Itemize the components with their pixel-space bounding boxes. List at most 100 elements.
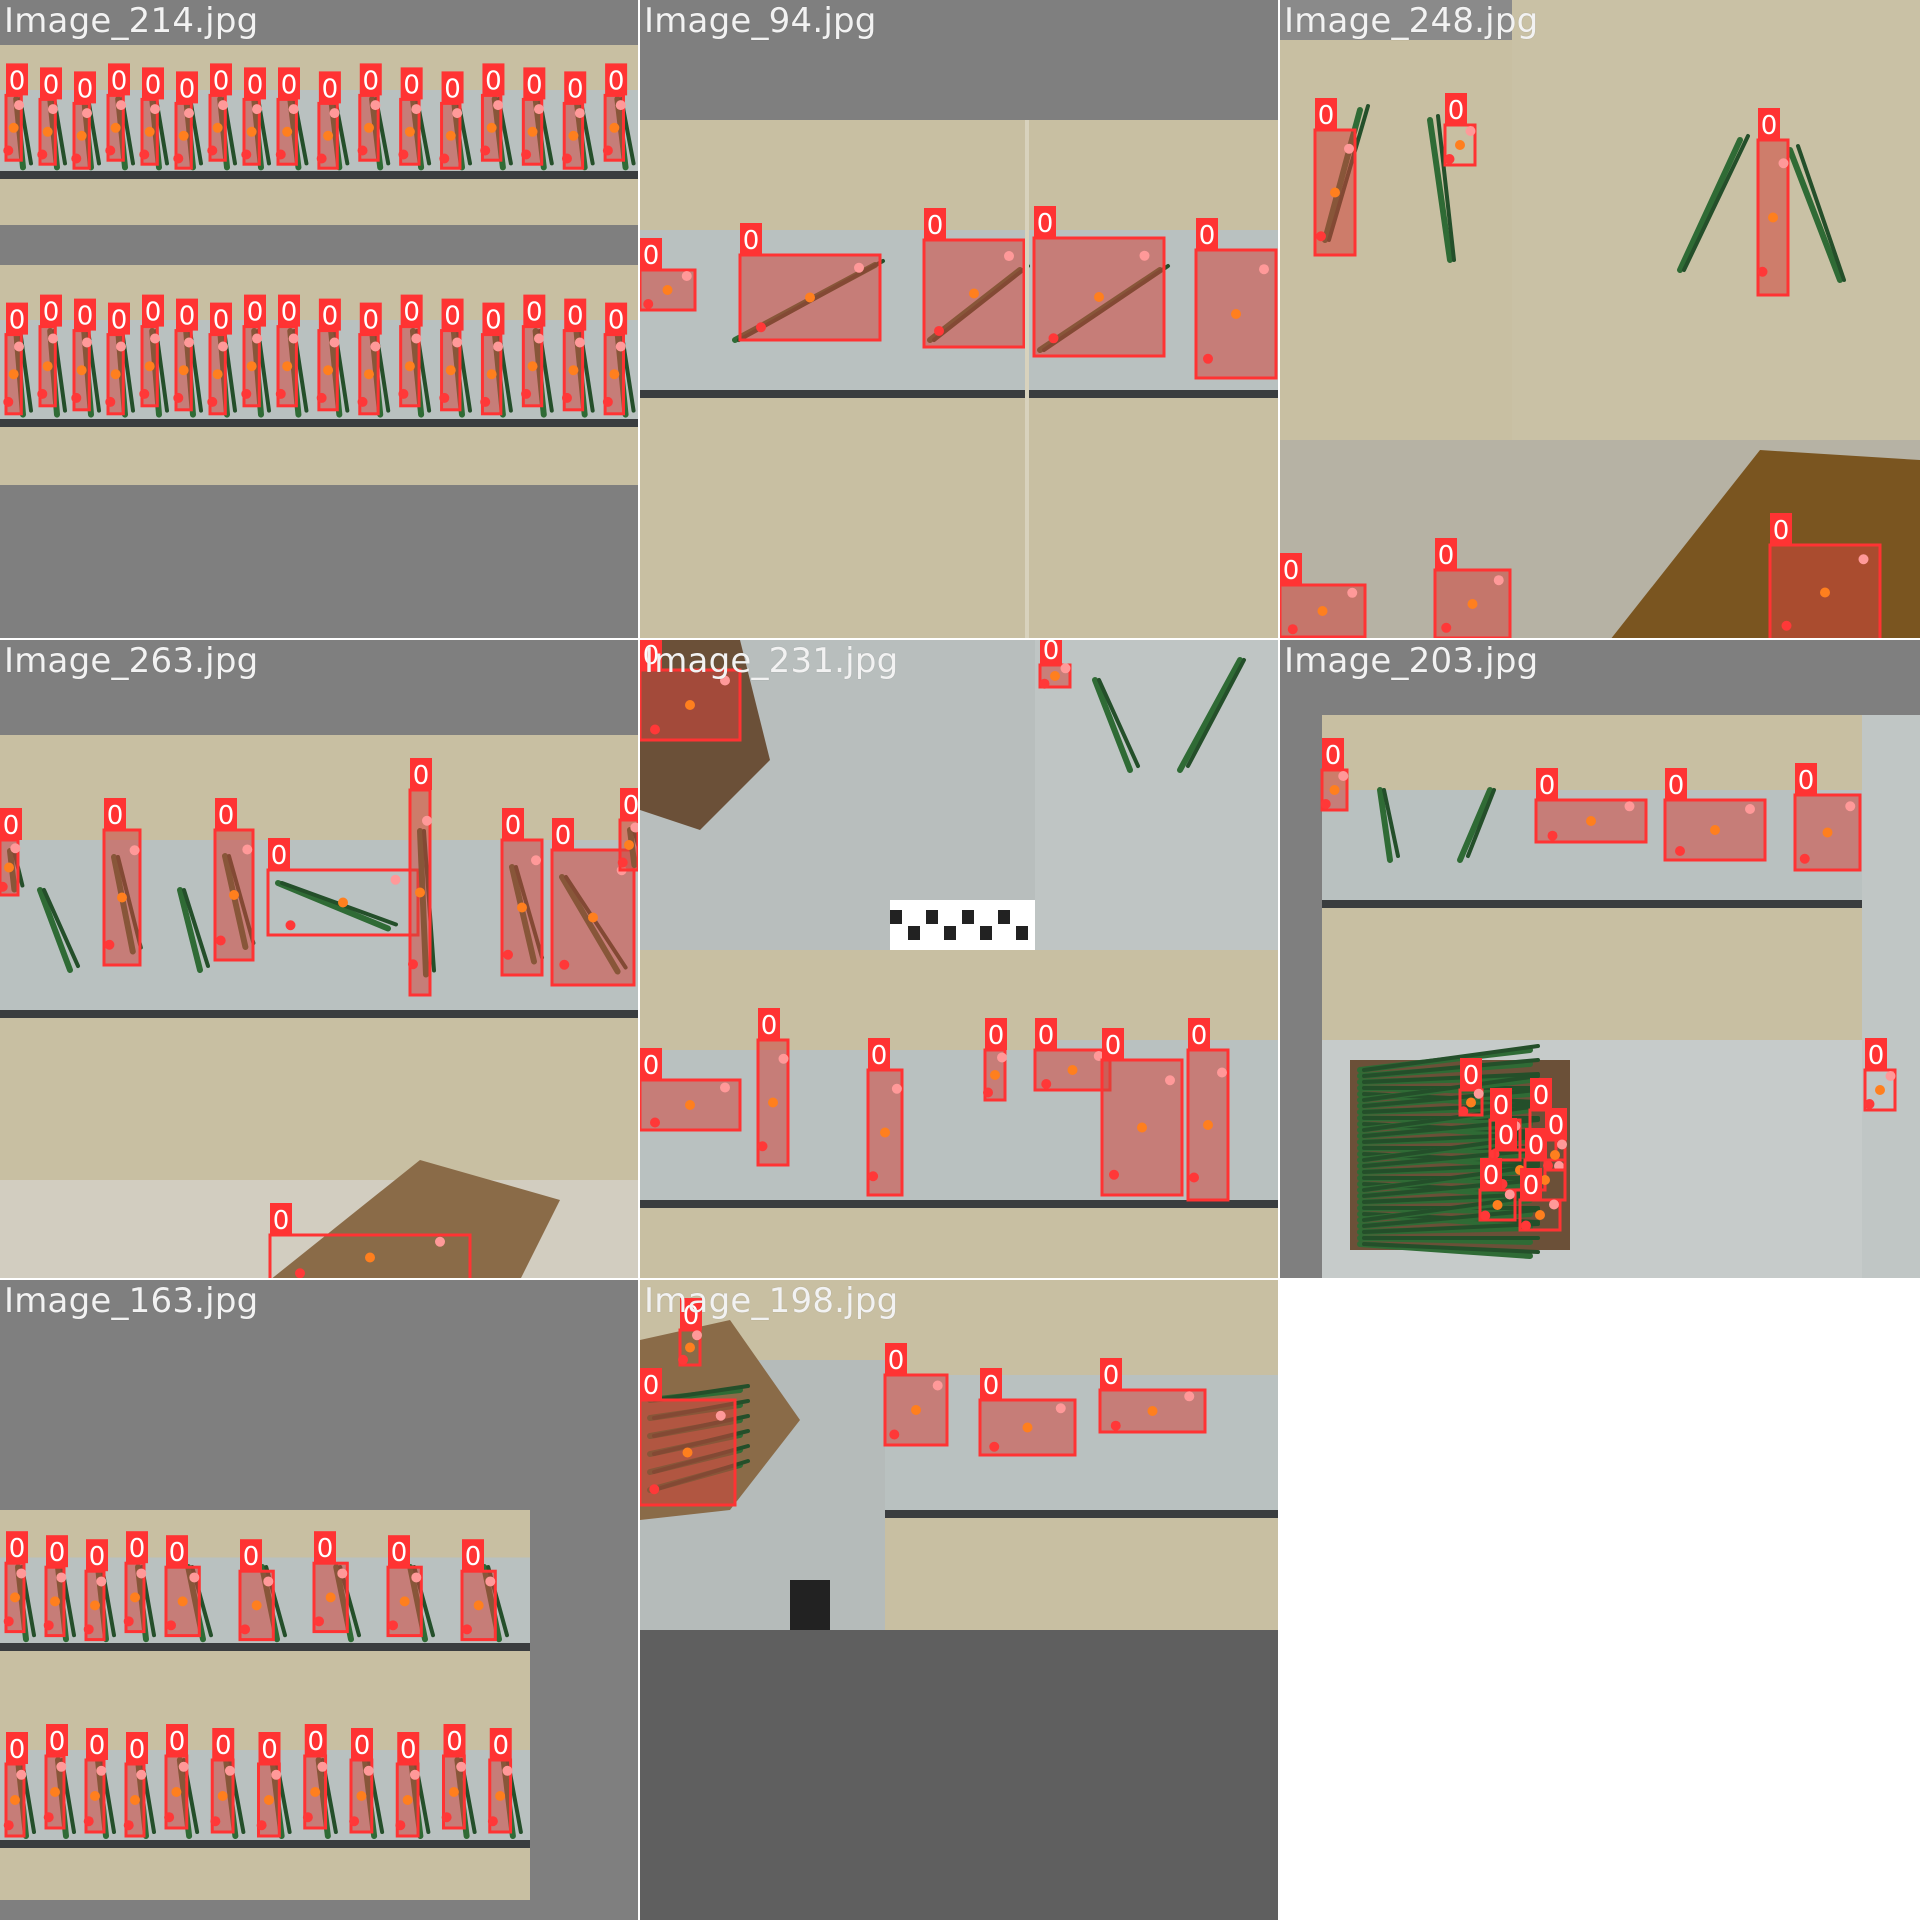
detection-label: 0 bbox=[444, 302, 461, 332]
tile-image-214[interactable]: 0000000000000000000000000000000000 Image… bbox=[0, 0, 640, 640]
keypoint bbox=[83, 1816, 94, 1827]
conveyor-rail bbox=[0, 1840, 160, 1848]
keypoint bbox=[650, 1117, 660, 1128]
keypoint bbox=[370, 100, 381, 111]
tile-filename: Image_94.jpg bbox=[644, 1, 877, 41]
detection-label: 0 bbox=[322, 302, 339, 332]
keypoint bbox=[399, 1596, 410, 1607]
detection-label: 0 bbox=[145, 70, 162, 100]
keypoint bbox=[215, 935, 226, 946]
detection-label: 0 bbox=[111, 306, 128, 336]
tile-image-94[interactable]: 0 0 0 0 0 Image_94.jpg bbox=[640, 0, 1280, 640]
keypoint bbox=[533, 333, 544, 344]
scene-image-198: 0000 0 bbox=[640, 1280, 1278, 1920]
tile-image-203[interactable]: 0000000000000 Image_203.jpg bbox=[1280, 640, 1920, 1280]
detection-label: 0 bbox=[643, 241, 660, 271]
keypoint bbox=[408, 959, 418, 970]
scene-image-263: 0 0 0 0 0 0 0 0 0 bbox=[0, 640, 638, 1278]
keypoint bbox=[615, 100, 626, 111]
keypoint bbox=[891, 1083, 902, 1094]
keypoint bbox=[1287, 624, 1298, 635]
tile-image-231[interactable]: 000000000 Image_231.jpg bbox=[640, 640, 1280, 1280]
keypoint bbox=[1504, 1189, 1515, 1200]
detection-label: 0 bbox=[608, 306, 625, 336]
keypoint bbox=[50, 1596, 60, 1607]
tile-image-263[interactable]: 0 0 0 0 0 0 0 0 0 Image_263.jpg bbox=[0, 640, 640, 1280]
keypoint bbox=[96, 1765, 107, 1776]
keypoint bbox=[184, 108, 195, 119]
keypoint bbox=[316, 153, 327, 164]
keypoint bbox=[990, 1070, 1000, 1080]
detection-label: 0 bbox=[43, 298, 60, 328]
keypoint bbox=[1543, 1160, 1553, 1171]
detection-label: 0 bbox=[179, 74, 196, 104]
calibration-square bbox=[998, 910, 1010, 924]
keypoint bbox=[14, 100, 25, 111]
keypoint bbox=[316, 392, 327, 403]
conveyor-rail bbox=[0, 1643, 160, 1651]
keypoint bbox=[246, 361, 257, 372]
keypoint bbox=[317, 1761, 328, 1772]
keypoint bbox=[602, 396, 613, 407]
detection-label: 0 bbox=[403, 70, 420, 100]
tile-filename: Image_198.jpg bbox=[644, 1281, 899, 1321]
keypoint bbox=[83, 1624, 94, 1635]
detection-label: 0 bbox=[1199, 221, 1216, 251]
keypoint bbox=[1259, 264, 1269, 275]
keypoint bbox=[517, 902, 527, 913]
keypoint bbox=[1165, 1075, 1175, 1086]
keypoint bbox=[602, 145, 613, 156]
keypoint bbox=[1320, 799, 1331, 809]
keypoint bbox=[445, 365, 456, 376]
detection-label: 0 bbox=[446, 1727, 463, 1757]
detection-label: 0 bbox=[871, 1041, 888, 1071]
keypoint bbox=[1048, 333, 1059, 344]
keypoint bbox=[390, 874, 401, 885]
detection-label: 0 bbox=[567, 74, 584, 104]
keypoint bbox=[527, 126, 538, 137]
keypoint bbox=[123, 1820, 134, 1831]
detection-label: 0 bbox=[761, 1011, 778, 1041]
keypoint bbox=[76, 130, 87, 141]
detection-label: 0 bbox=[1548, 1111, 1565, 1141]
detection-label: 0 bbox=[444, 74, 461, 104]
keypoint bbox=[1550, 1150, 1560, 1160]
keypoint bbox=[778, 1053, 789, 1064]
keypoint bbox=[643, 299, 654, 309]
detection-label: 0 bbox=[9, 66, 26, 96]
conveyor-rail bbox=[1035, 1200, 1278, 1208]
keypoint bbox=[1757, 266, 1768, 277]
keypoint bbox=[323, 365, 334, 376]
keypoint bbox=[43, 1620, 54, 1631]
keypoint bbox=[1441, 622, 1452, 633]
keypoint bbox=[1137, 1122, 1147, 1133]
keypoint bbox=[983, 1087, 993, 1098]
keypoint bbox=[485, 1576, 496, 1587]
scene-image-94: 0 0 0 0 0 bbox=[640, 0, 1278, 638]
keypoint bbox=[76, 365, 87, 376]
keypoint bbox=[521, 149, 532, 160]
detection-label: 0 bbox=[988, 1021, 1005, 1051]
detection-label: 0 bbox=[643, 1371, 660, 1401]
keypoint bbox=[1067, 1065, 1078, 1075]
keypoint bbox=[1465, 126, 1476, 136]
tile-image-248[interactable]: 0 0 0 0 0 0 Image_248.jpg bbox=[1280, 0, 1920, 640]
conveyor-rail bbox=[160, 1643, 530, 1651]
keypoint bbox=[1864, 1099, 1875, 1109]
detection-label: 0 bbox=[363, 66, 380, 96]
keypoint bbox=[178, 130, 189, 141]
keypoint bbox=[16, 1769, 27, 1780]
tile-image-198[interactable]: 00000 Image_198.jpg bbox=[640, 1280, 1280, 1920]
detection-label: 0 bbox=[111, 66, 128, 96]
detection-label: 0 bbox=[465, 1542, 482, 1572]
keypoint bbox=[880, 1127, 890, 1138]
keypoint bbox=[252, 333, 263, 344]
keypoint bbox=[150, 333, 161, 344]
detection-label: 0 bbox=[247, 298, 264, 328]
keypoint bbox=[997, 1052, 1007, 1063]
tile-image-163[interactable]: 000000000000000000000 Image_163.jpg bbox=[0, 1280, 640, 1920]
keypoint bbox=[139, 388, 150, 399]
keypoint bbox=[171, 1787, 182, 1797]
keypoint bbox=[241, 149, 252, 160]
keypoint bbox=[212, 122, 223, 133]
